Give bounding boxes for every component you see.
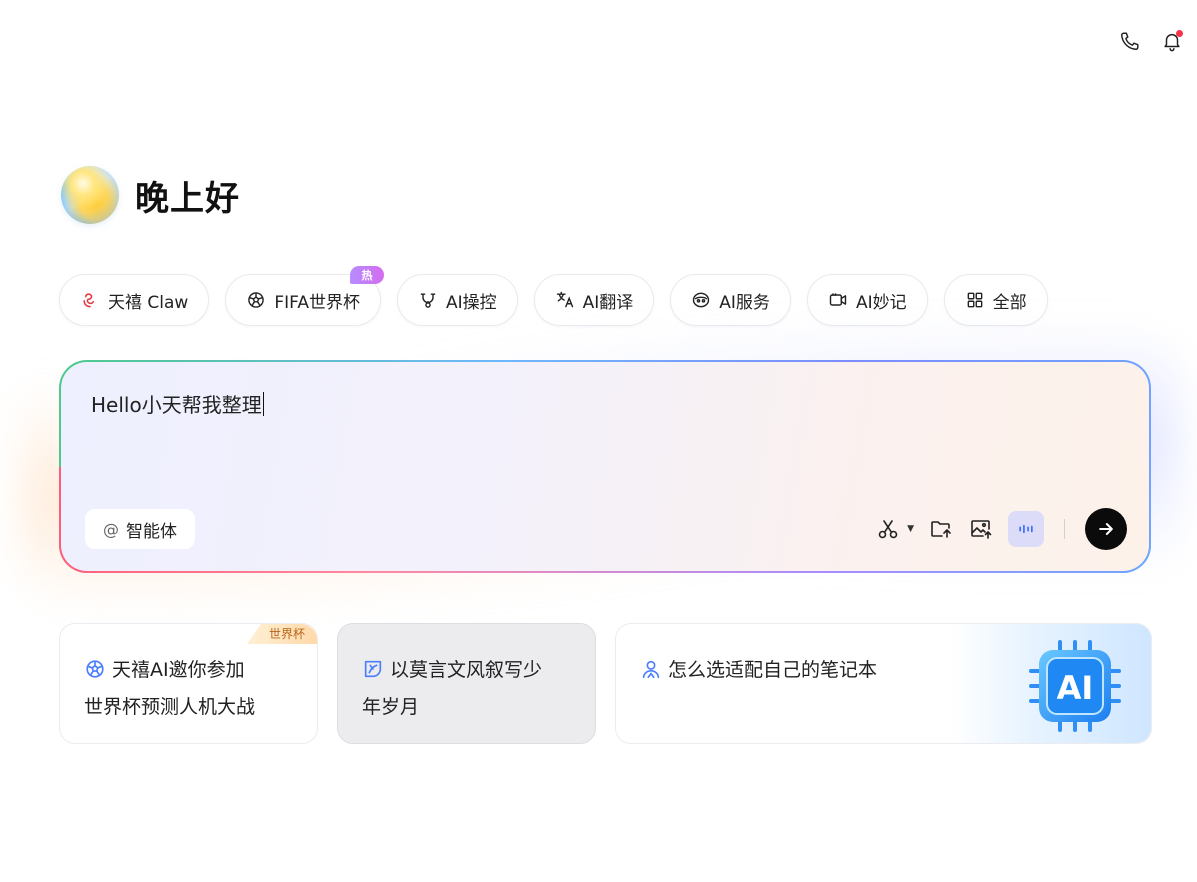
chip-label: FIFA世界杯 bbox=[274, 292, 360, 313]
video-note-icon bbox=[829, 293, 847, 306]
card-line2: 世界杯预测人机大战 bbox=[84, 696, 256, 718]
robot-icon bbox=[420, 293, 436, 308]
text-caret bbox=[262, 392, 265, 416]
notification-dot bbox=[1176, 30, 1183, 37]
chip-fifa[interactable]: FIFA世界杯 热 bbox=[225, 266, 384, 326]
arrow-right-icon bbox=[1099, 523, 1113, 535]
suggestion-card-moyan[interactable]: 以莫言文风叙写少 年岁月 bbox=[337, 623, 596, 744]
chevron-down-icon[interactable]: ▼ bbox=[907, 524, 914, 534]
soccer-ball-icon bbox=[86, 660, 104, 678]
chip-label: AI妙记 bbox=[855, 292, 907, 313]
card-line1: 怎么选适配自己的笔记本 bbox=[668, 659, 878, 681]
scissors-icon[interactable] bbox=[875, 516, 901, 542]
card-line2: 年岁月 bbox=[362, 696, 420, 718]
chat-input-inner: Hello小天帮我整理 @ 智能体 ▼ bbox=[61, 362, 1149, 571]
top-right-toolbar bbox=[1119, 30, 1183, 52]
greeting: 晚上好 bbox=[61, 166, 240, 224]
chip-claw[interactable]: 天禧 Claw bbox=[59, 274, 210, 326]
hot-badge: 热 bbox=[349, 266, 384, 284]
translate-icon bbox=[556, 291, 573, 308]
chip-all[interactable]: 全部 bbox=[943, 274, 1048, 326]
chat-input-value: Hello小天帮我整理 bbox=[91, 393, 262, 417]
quick-chips: 天禧 Claw FIFA世界杯 热 AI操控 AI翻译 AI服务 AI妙记 全部 bbox=[59, 266, 1048, 326]
chip-label: AI操控 bbox=[445, 292, 497, 313]
chip-label: AI翻译 bbox=[582, 292, 634, 313]
suggestion-card-laptop[interactable]: AI 怎么选适配自己的笔记本 bbox=[615, 623, 1152, 744]
agent-button[interactable]: @ 智能体 bbox=[85, 509, 195, 549]
chip-label: 天禧 Claw bbox=[108, 292, 189, 313]
chip-label: 全部 bbox=[992, 292, 1027, 313]
phone-icon[interactable] bbox=[1119, 30, 1141, 52]
card-line1: 天禧AI邀你参加 bbox=[112, 659, 245, 681]
greeting-text: 晚上好 bbox=[135, 178, 240, 219]
chat-input[interactable]: Hello小天帮我整理 bbox=[91, 389, 265, 418]
chat-input-box: Hello小天帮我整理 @ 智能体 ▼ bbox=[59, 360, 1151, 573]
chip-ai-notes[interactable]: AI妙记 bbox=[806, 274, 928, 326]
grid-icon bbox=[967, 292, 982, 308]
chip-ai-control[interactable]: AI操控 bbox=[396, 274, 518, 326]
person-icon bbox=[642, 660, 660, 679]
ai-orb-avatar bbox=[61, 166, 119, 224]
chip-ai-service[interactable]: AI服务 bbox=[670, 274, 791, 326]
input-toolbar: ▼ bbox=[875, 508, 1127, 550]
soccer-ball-icon bbox=[248, 292, 265, 308]
agent-button-label: 智能体 bbox=[126, 521, 177, 542]
notification-bell-icon[interactable] bbox=[1161, 30, 1183, 52]
home-page: 晚上好 天禧 Claw FIFA世界杯 热 AI操控 AI翻译 AI服务 AI妙… bbox=[0, 0, 1197, 882]
chip-label: AI服务 bbox=[719, 292, 770, 313]
chip-ai-translate[interactable]: AI翻译 bbox=[533, 274, 655, 326]
card-line1: 以莫言文风叙写少 bbox=[390, 659, 543, 681]
worldcup-tag: 世界杯 bbox=[246, 624, 317, 644]
suggestion-cards: 世界杯 天禧AI邀你参加 世界杯预测人机大战 以莫言文风叙写少 年岁月 AI 怎… bbox=[59, 623, 1152, 744]
claw-icon bbox=[83, 293, 95, 308]
suggestion-card-worldcup[interactable]: 世界杯 天禧AI邀你参加 世界杯预测人机大战 bbox=[59, 623, 318, 744]
ai-chip-illustration: AI bbox=[951, 624, 1151, 743]
send-button[interactable] bbox=[1085, 508, 1127, 550]
service-icon bbox=[693, 292, 710, 308]
at-icon: @ bbox=[103, 519, 119, 539]
toolbar-divider bbox=[1064, 519, 1065, 539]
image-upload-icon[interactable] bbox=[968, 516, 994, 542]
waveform-icon bbox=[1019, 524, 1033, 534]
voice-input-button[interactable] bbox=[1008, 511, 1044, 547]
ai-chip-text: AI bbox=[1057, 669, 1094, 707]
folder-upload-icon[interactable] bbox=[928, 516, 954, 542]
leaf-icon bbox=[364, 660, 382, 678]
